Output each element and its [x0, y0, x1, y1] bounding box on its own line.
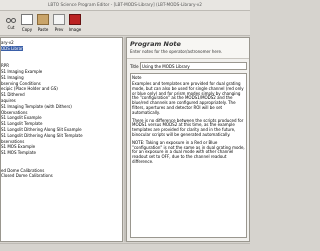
- tree-item[interactable]: S1 Imaging Template (with Dithers): [1, 104, 72, 109]
- panel-subtitle: Enter notes for the operator/astronomer …: [130, 49, 223, 54]
- image-button[interactable]: Image: [68, 12, 82, 34]
- paste-button[interactable]: Paste: [36, 12, 50, 34]
- note-label: Note: [132, 75, 142, 80]
- panel-header: Program Note Enter notes for the operato…: [127, 38, 249, 59]
- program-note-panel: Program Note Enter notes for the operato…: [126, 37, 250, 242]
- tree-item[interactable]: S1 Longslit Example: [1, 115, 42, 120]
- program-tree[interactable]: ary-v2 ODS Library RPR S1 Imaging Example S1…: [0, 37, 123, 242]
- tree-item[interactable]: S1 Dithered: [1, 92, 25, 97]
- tree-item[interactable]: S1 Imaging Example: [1, 69, 42, 74]
- tree-item[interactable]: ODS Library: [1, 45, 25, 51]
- tree-item[interactable]: aquires: [1, 98, 16, 103]
- scissors-icon: [6, 14, 16, 23]
- note-area[interactable]: Note Examples and templates are provided…: [130, 73, 247, 238]
- tree-item[interactable]: ary-v2: [1, 40, 14, 45]
- tree-item[interactable]: S1 MOS Example: [1, 144, 35, 149]
- note-paragraph: NOTE: Taking an exposure in a Red or Blu…: [132, 139, 245, 164]
- document-icon: [53, 14, 65, 25]
- copy-icon: [21, 14, 33, 25]
- title-field[interactable]: [140, 62, 247, 70]
- paste-icon: [37, 14, 49, 25]
- paste-label: Paste: [37, 27, 49, 32]
- prev-button[interactable]: Prev: [52, 12, 66, 34]
- image-label: Image: [68, 27, 82, 32]
- note-paragraph: There is no difference between the scrip…: [132, 117, 244, 137]
- window-title: LBTO Science Program Editor - [LBT-MODS-…: [0, 0, 250, 11]
- tree-item[interactable]: S1 Longslit Dithering Along Slit Templat…: [1, 133, 83, 138]
- panel-title: Program Note: [130, 40, 181, 48]
- image-icon: [69, 14, 81, 25]
- cut-label: Cut: [7, 25, 15, 30]
- cut-button[interactable]: Cut: [4, 12, 18, 34]
- tree-item[interactable]: ecipic (Place Holder and GS): [1, 86, 58, 91]
- toolbar: Cut Copy Paste Prev Image: [0, 11, 250, 36]
- copy-button[interactable]: Copy: [20, 12, 34, 34]
- tree-item[interactable]: S1 Longslit Dithering Along Slit Example: [1, 127, 82, 132]
- tree-item[interactable]: bservations: [1, 139, 24, 144]
- title-label: Title: [130, 64, 139, 69]
- tree-item[interactable]: S1 Longslit Template: [1, 121, 42, 126]
- tree-item[interactable]: S1 MOS Template: [1, 150, 36, 155]
- copy-label: Copy: [21, 27, 33, 32]
- tree-item[interactable]: ed Dome Calibrations: [1, 168, 44, 173]
- tree-item[interactable]: S1 Imaging: [1, 75, 24, 80]
- tree-item[interactable]: Closed Dome Calibrations: [1, 173, 53, 178]
- tree-item[interactable]: RPR: [1, 63, 9, 68]
- note-paragraph: Examples and templates are provided for …: [132, 81, 244, 115]
- prev-label: Prev: [54, 27, 64, 32]
- tree-item[interactable]: bserving Conditions: [1, 81, 41, 86]
- tree-item[interactable]: Observations: [1, 110, 27, 115]
